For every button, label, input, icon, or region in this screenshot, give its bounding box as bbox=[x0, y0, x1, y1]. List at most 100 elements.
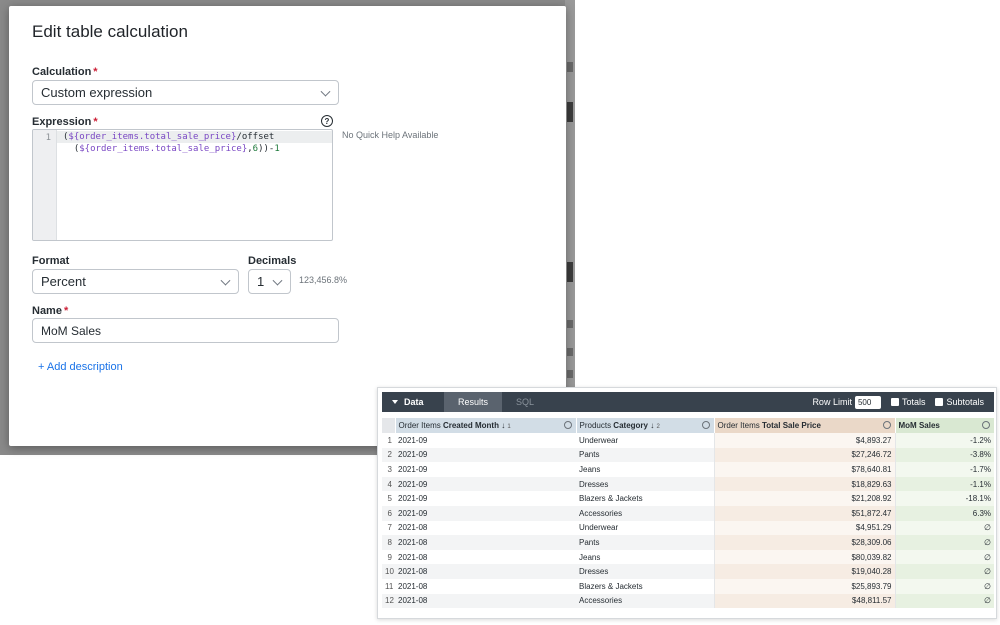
format-select-value: Percent bbox=[41, 274, 86, 289]
cell-created-month: 2021-09 bbox=[398, 464, 428, 474]
gear-icon[interactable] bbox=[563, 421, 572, 429]
tab-results[interactable]: Results bbox=[444, 392, 503, 412]
sort-desc-icon: ↓ bbox=[501, 421, 506, 430]
row-number: 12 bbox=[382, 593, 395, 609]
table-row: 5 2021-09 Blazers & Jackets $21,208.92 -18.1… bbox=[382, 491, 994, 506]
table-row: 9 2021-08 Jeans $80,039.82 ∅ bbox=[382, 549, 994, 565]
table-row: 2 2021-09 Pants $27,246.72 -3.8% bbox=[382, 447, 994, 463]
chevron-down-icon bbox=[220, 275, 231, 286]
cell-mom-sales: -18.1% bbox=[894, 491, 994, 506]
cell-category: Dresses bbox=[576, 476, 714, 492]
subtotals-checkbox[interactable] bbox=[935, 398, 944, 406]
format-preview: 123,456.8% bbox=[299, 275, 348, 285]
table-header-row: Order Items Created Month ↓ 1 Products C… bbox=[382, 418, 995, 433]
cell-mom-sales: 6.3% bbox=[894, 505, 994, 521]
add-description-link[interactable]: + Add description bbox=[38, 361, 123, 373]
cell-total-sale-price: $48,811.57 bbox=[713, 593, 895, 609]
cell-created-month: 2021-09 bbox=[395, 505, 576, 521]
row-number: 8 bbox=[382, 535, 395, 550]
decimals-select[interactable]: 1 bbox=[248, 269, 291, 294]
row-number: 3 bbox=[387, 464, 392, 474]
cell-created-month: 2021-09 bbox=[395, 476, 576, 492]
cell-category: Blazers & Jackets bbox=[579, 494, 643, 504]
cell-created-month: 2021-08 bbox=[398, 552, 428, 562]
decimals-select-value: 1 bbox=[257, 274, 265, 289]
cell-category: Underwear bbox=[579, 435, 619, 445]
decimals-label: Decimals bbox=[248, 255, 297, 267]
line-number-gutter: 1 bbox=[33, 130, 57, 240]
cell-category: Pants bbox=[576, 535, 714, 550]
line-number: 1 bbox=[45, 133, 51, 143]
results-table: Order Items Created Month ↓ 1 Products C… bbox=[382, 418, 995, 609]
sort-desc-icon: ↓ bbox=[650, 421, 655, 430]
cell-total-sale-price: $25,893.79 bbox=[713, 578, 895, 594]
name-label: Name * bbox=[32, 305, 69, 317]
row-index-header bbox=[382, 418, 396, 433]
expression-code: (${order_items.total_sale_price}/offset … bbox=[63, 132, 280, 154]
table-row: 6 2021-09 Accessories $51,872.47 6.3% bbox=[382, 505, 994, 521]
help-circle-icon[interactable]: ? bbox=[321, 115, 333, 127]
totals-label: Totals bbox=[901, 397, 926, 407]
subtotals-label: Subtotals bbox=[946, 397, 984, 407]
row-number: 10 bbox=[382, 564, 395, 579]
cell-created-month: 2021-08 bbox=[395, 535, 576, 550]
cell-created-month: 2021-09 bbox=[398, 435, 428, 445]
cell-mom-sales: -1.1% bbox=[894, 476, 994, 492]
cell-category: Pants bbox=[576, 447, 714, 463]
cell-total-sale-price: $27,246.72 bbox=[713, 447, 895, 463]
expression-label: Expression * bbox=[32, 116, 98, 128]
cell-total-sale-price: $4,893.27 bbox=[713, 433, 895, 448]
column-header-total-sale-price[interactable]: Order Items Total Sale Price bbox=[714, 418, 896, 433]
row-number: 5 bbox=[387, 494, 392, 504]
cell-created-month: 2021-08 bbox=[398, 581, 428, 591]
table-row: 3 2021-09 Jeans $78,640.81 -1.7% bbox=[382, 462, 994, 477]
gear-icon[interactable] bbox=[701, 421, 710, 429]
data-section-toggle[interactable]: Data bbox=[382, 392, 444, 412]
row-number: 4 bbox=[382, 476, 395, 492]
tab-sql[interactable]: SQL bbox=[502, 392, 548, 412]
column-header-mom-sales[interactable]: MoM Sales bbox=[895, 418, 995, 433]
format-label: Format bbox=[32, 255, 70, 267]
cell-total-sale-price: $78,640.81 bbox=[713, 462, 895, 477]
row-number: 11 bbox=[385, 581, 394, 591]
gear-icon[interactable] bbox=[882, 421, 891, 429]
name-input-value: MoM Sales bbox=[41, 323, 102, 338]
gear-icon[interactable] bbox=[981, 421, 990, 429]
name-input[interactable]: MoM Sales bbox=[32, 318, 339, 343]
table-row: 10 2021-08 Dresses $19,040.28 ∅ bbox=[382, 564, 994, 579]
row-number: 1 bbox=[387, 435, 392, 445]
cell-category: Blazers & Jackets bbox=[579, 581, 643, 591]
cell-total-sale-price: $4,951.29 bbox=[713, 520, 895, 536]
quick-help-text: No Quick Help Available bbox=[342, 130, 439, 140]
table-row: 7 2021-08 Underwear $4,951.29 ∅ bbox=[382, 520, 994, 536]
data-section-label: Data bbox=[404, 397, 424, 407]
row-number: 9 bbox=[387, 552, 392, 562]
cell-mom-sales: ∅ bbox=[894, 578, 994, 594]
cell-mom-sales: ∅ bbox=[894, 535, 994, 550]
cell-total-sale-price: $21,208.92 bbox=[713, 491, 895, 506]
cell-created-month: 2021-08 bbox=[395, 593, 576, 609]
cell-category: Jeans bbox=[579, 552, 601, 562]
cell-category: Dresses bbox=[576, 564, 714, 579]
edit-table-calculation-dialog: Edit table calculation Calculation * Cust… bbox=[9, 6, 566, 446]
toolbar-options: Row Limit 500 Totals Subtotals bbox=[812, 395, 994, 409]
calculation-select[interactable]: Custom expression bbox=[32, 80, 339, 105]
cell-mom-sales: ∅ bbox=[894, 520, 994, 536]
column-header-created-month[interactable]: Order Items Created Month ↓ 1 bbox=[395, 418, 577, 433]
row-number: 2 bbox=[382, 447, 395, 463]
cell-category: Accessories bbox=[576, 593, 714, 609]
cell-total-sale-price: $19,040.28 bbox=[713, 564, 895, 579]
cell-created-month: 2021-09 bbox=[395, 447, 576, 463]
column-header-category[interactable]: Products Category ↓ 2 bbox=[576, 418, 715, 433]
cell-created-month: 2021-08 bbox=[395, 564, 576, 579]
chevron-down-icon bbox=[272, 275, 283, 286]
row-limit-input[interactable]: 500 bbox=[854, 395, 881, 409]
chevron-down-icon bbox=[320, 86, 331, 97]
cell-total-sale-price: $51,872.47 bbox=[713, 505, 895, 521]
totals-checkbox[interactable] bbox=[890, 398, 899, 406]
cell-mom-sales: ∅ bbox=[894, 549, 994, 565]
format-select[interactable]: Percent bbox=[32, 269, 239, 294]
expression-editor[interactable]: 1 (${order_items.total_sale_price}/offse… bbox=[32, 129, 333, 241]
data-toolbar: Data Results SQL Row Limit 500 Totals Su… bbox=[382, 392, 994, 412]
cell-mom-sales: -3.8% bbox=[894, 447, 994, 463]
